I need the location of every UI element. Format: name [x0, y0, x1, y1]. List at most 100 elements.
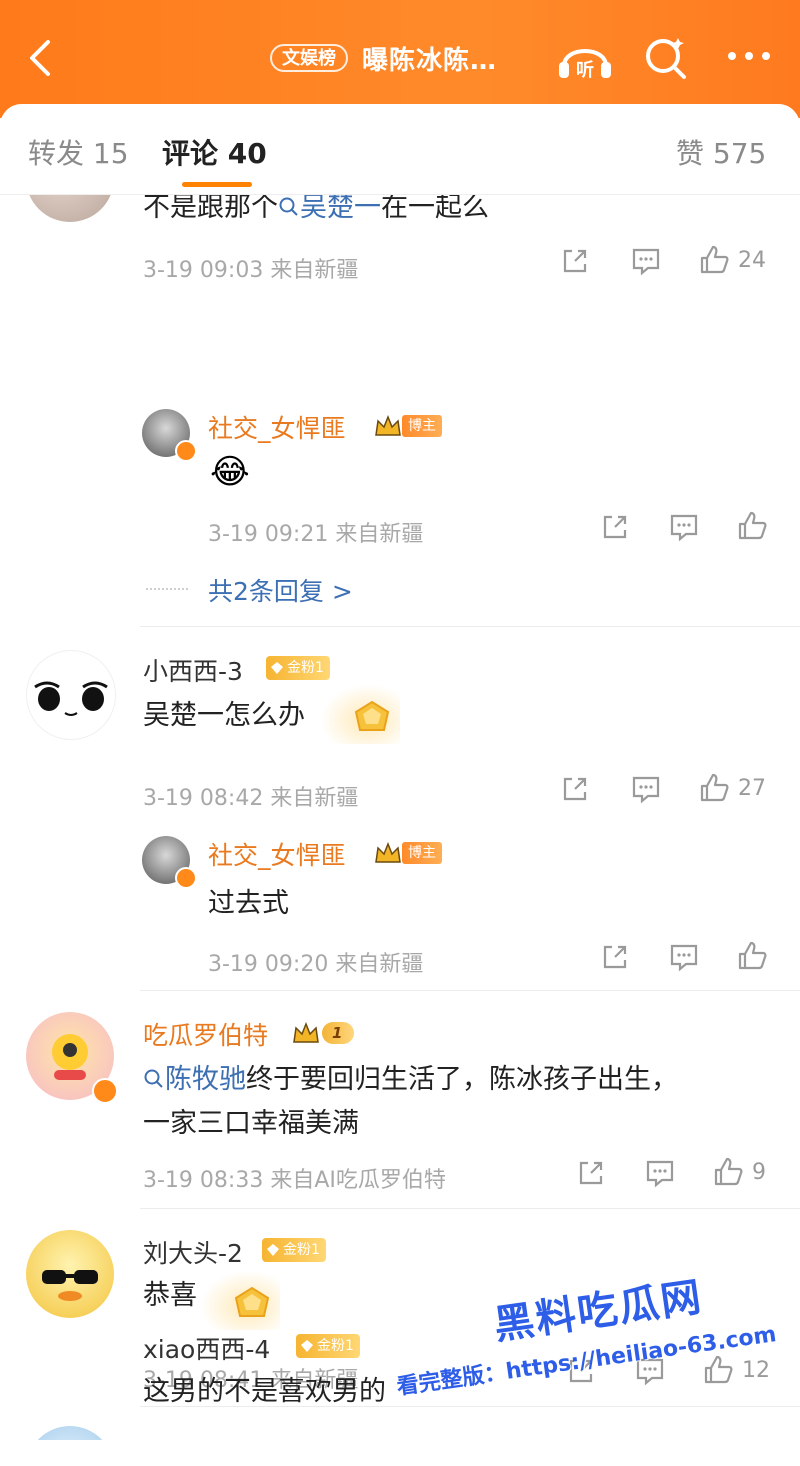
reply-comment-button[interactable] — [668, 942, 700, 972]
fan-badge: 金粉1 — [296, 1334, 360, 1358]
tab-bar: 转发 15 评论 40 赞 575 — [0, 104, 800, 195]
thumbs-up-icon — [738, 941, 767, 970]
share-button[interactable] — [560, 246, 590, 276]
thumbs-up-icon — [700, 245, 729, 274]
dotted-divider — [146, 588, 188, 592]
reply-text: 过去式 — [208, 888, 289, 919]
diamond-icon — [267, 1244, 279, 1256]
divider — [140, 990, 800, 991]
diamond-icon — [271, 662, 283, 674]
active-tab-indicator — [182, 182, 252, 187]
share-button[interactable] — [576, 1158, 606, 1188]
reply-button[interactable] — [630, 246, 662, 276]
avatar-duck-icon — [26, 1426, 114, 1440]
crown-icon — [375, 415, 401, 436]
verified-badge-icon — [175, 867, 197, 889]
comment-text: 陈牧驰终于要回归生活了，陈冰孩子出生， 一家三口幸福美满 — [143, 1064, 678, 1139]
fan-badge: 金粉1 — [262, 1238, 326, 1262]
comment-meta: 3-19 09:03 来自新疆 — [143, 258, 359, 283]
tab-comments[interactable]: 评论 40 — [162, 132, 267, 172]
topic-link[interactable]: 陈牧驰 — [143, 1064, 246, 1095]
comments-sheet: 转发 15 评论 40 赞 575 不是跟那个 吴楚一在一起么 3-19 09:0… — [0, 104, 800, 1440]
listen-label: 听 — [576, 59, 594, 81]
avatar[interactable] — [26, 194, 114, 222]
search-icon[interactable] — [642, 34, 690, 82]
share-icon — [563, 777, 587, 801]
reply-share-button[interactable] — [600, 942, 630, 972]
avatar[interactable] — [26, 1426, 114, 1440]
like-count: 24 — [738, 247, 766, 273]
verified-badge-icon — [92, 1078, 118, 1104]
laugh-emoji: 😂 — [210, 452, 250, 492]
thumbs-up-icon — [738, 511, 767, 540]
fan-decoration — [200, 1270, 280, 1330]
diamond-icon — [301, 1340, 313, 1352]
thumbs-up-icon — [714, 1157, 743, 1186]
comment-icon — [632, 776, 660, 804]
comment-text: 不是跟那个 吴楚一在一起么 — [143, 194, 489, 223]
reply-meta: 3-19 09:20 来自新疆 — [208, 952, 424, 977]
like-count: 9 — [752, 1159, 766, 1185]
topic-title: 曝陈冰陈… — [362, 45, 498, 76]
comment-meta: 3-19 08:42 来自新疆 — [143, 786, 359, 811]
tab-reposts[interactable]: 转发 15 — [28, 132, 129, 172]
gold-badge-icon — [354, 700, 390, 731]
like-button[interactable]: 9 — [712, 1156, 766, 1188]
comment-icon — [632, 248, 660, 276]
listen-headphones-icon[interactable]: 听 — [556, 32, 614, 82]
reply-button[interactable] — [630, 774, 662, 804]
more-replies-link[interactable]: 共2条回复 > — [208, 572, 353, 608]
divider — [140, 626, 800, 627]
reply-username[interactable]: 社交_女悍匪 — [208, 836, 346, 872]
reply-meta: 3-19 09:21 来自新疆 — [208, 522, 424, 547]
comment-meta: 3-19 08:33 来自AI吃瓜罗伯特 — [143, 1168, 446, 1193]
fan-badge: 金粉1 — [266, 656, 330, 680]
hot-list-badge: 文娱榜 — [270, 44, 348, 72]
reply-comment-button[interactable] — [668, 512, 700, 542]
fan-decoration — [320, 684, 400, 744]
reply-like-button[interactable] — [736, 510, 768, 542]
like-button[interactable]: 24 — [698, 244, 766, 276]
avatar[interactable] — [26, 650, 116, 740]
crown-icon — [375, 842, 401, 863]
comment-icon — [646, 1160, 674, 1188]
reply-share-button[interactable] — [600, 512, 630, 542]
comment-icon — [670, 944, 698, 972]
comment-text: 恭喜 — [143, 1280, 197, 1311]
username[interactable]: 小西西-3 — [143, 652, 243, 688]
blogger-badge: 博主 — [374, 841, 442, 865]
comment-list: 不是跟那个 吴楚一在一起么 3-19 09:03 来自新疆 24 社交_女悍匪 博… — [0, 194, 800, 1440]
reply-button[interactable] — [644, 1158, 676, 1188]
reply-username[interactable]: 社交_女悍匪 — [208, 409, 346, 445]
more-dots-icon[interactable] — [724, 44, 774, 68]
topic-link[interactable]: 吴楚一 — [278, 194, 381, 223]
like-count: 27 — [738, 775, 766, 801]
reply-like-button[interactable] — [736, 940, 768, 972]
thumbs-up-icon — [700, 773, 729, 802]
like-button[interactable]: 27 — [698, 772, 766, 804]
search-icon — [144, 1069, 163, 1088]
verified-badge-icon — [175, 440, 197, 462]
share-icon — [603, 945, 627, 969]
back-arrow-icon[interactable] — [22, 38, 62, 78]
member-level-badge: 1 — [292, 1020, 355, 1046]
crown-icon — [293, 1022, 319, 1043]
share-icon — [563, 249, 587, 273]
share-icon — [603, 515, 627, 539]
comment-icon — [670, 514, 698, 542]
avatar-duck-icon — [42, 1270, 98, 1301]
username[interactable]: 吃瓜罗伯特 — [143, 1016, 268, 1052]
blogger-badge: 博主 — [374, 414, 442, 438]
share-icon — [579, 1161, 603, 1185]
title-area[interactable]: 文娱榜 曝陈冰陈… — [270, 38, 497, 78]
gold-badge-icon — [234, 1286, 270, 1317]
tab-likes[interactable]: 赞 575 — [676, 132, 766, 172]
share-button[interactable] — [560, 774, 590, 804]
search-icon — [279, 197, 298, 216]
avatar[interactable] — [26, 1230, 114, 1318]
username[interactable]: xiao西西-4 — [143, 1330, 270, 1366]
avatar-face-icon — [34, 681, 108, 716]
comment-text: 吴楚一怎么办 — [143, 700, 305, 731]
username[interactable]: 刘大头-2 — [143, 1234, 243, 1270]
comment-text: 这男的不是喜欢男的 — [143, 1376, 386, 1407]
